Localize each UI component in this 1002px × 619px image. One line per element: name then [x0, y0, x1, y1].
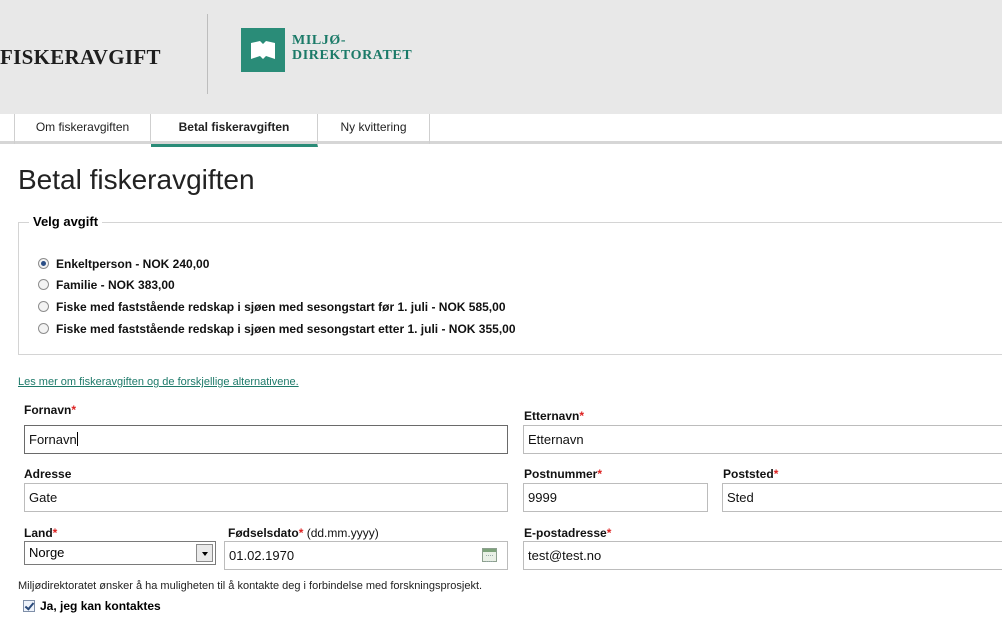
- contact-consent-label: Ja, jeg kan kontaktes: [40, 599, 161, 613]
- fee-option-label: Fiske med faststående redskap i sjøen me…: [56, 300, 506, 314]
- fodselsdato-label: Fødselsdato* (dd.mm.yyyy): [228, 526, 379, 540]
- fee-option-label: Fiske med faststående redskap i sjøen me…: [56, 322, 516, 336]
- fee-legend: Velg avgift: [29, 214, 103, 229]
- tab-betal-fiskeravgiften[interactable]: Betal fiskeravgiften: [151, 114, 318, 147]
- tab-bar: Om fiskeravgiften Betal fiskeravgiften N…: [0, 114, 1002, 147]
- fee-fieldset: Velg avgift Enkeltperson - NOK 240,00 Fa…: [18, 214, 1002, 355]
- fee-option-faststaende-etter[interactable]: Fiske med faststående redskap i sjøen me…: [38, 322, 516, 338]
- logo-text[interactable]: MILJØ- DIREKTORATET: [292, 33, 412, 63]
- tab-om-fiskeravgiften[interactable]: Om fiskeravgiften: [14, 114, 151, 144]
- epost-input[interactable]: test@test.no: [523, 541, 1002, 570]
- etternavn-input[interactable]: Etternavn: [523, 425, 1002, 454]
- fee-option-label: Enkeltperson - NOK 240,00: [56, 257, 210, 271]
- radio-button[interactable]: [38, 258, 49, 269]
- radio-button[interactable]: [38, 301, 49, 312]
- postnummer-label: Postnummer*: [524, 467, 603, 481]
- chevron-down-icon[interactable]: [196, 544, 213, 562]
- adresse-input[interactable]: Gate: [24, 483, 508, 512]
- info-link[interactable]: Les mer om fiskeravgiften og de forskjel…: [18, 376, 299, 388]
- land-label: Land*: [24, 526, 58, 540]
- radio-button[interactable]: [38, 279, 49, 290]
- adresse-label: Adresse: [24, 467, 72, 481]
- miljodirektoratet-logo-icon[interactable]: [241, 28, 285, 72]
- contact-consent-text: Miljødirektoratet ønsker å ha muligheten…: [18, 580, 483, 592]
- logo-line-1: MILJØ-: [292, 33, 347, 48]
- tab-ny-kvittering[interactable]: Ny kvittering: [318, 114, 430, 144]
- fornavn-input[interactable]: Fornavn: [24, 425, 508, 454]
- fodselsdato-input[interactable]: 01.02.1970: [224, 541, 508, 570]
- required-mark: *: [606, 526, 612, 540]
- contact-consent-checkbox[interactable]: [23, 600, 35, 612]
- page-title: Betal fiskeravgiften: [18, 164, 255, 195]
- poststed-label: Poststed*: [723, 467, 779, 481]
- site-header: FISKERAVGIFT MILJØ- DIREKTORATET: [0, 0, 1002, 114]
- header-divider: [207, 14, 208, 94]
- date-format-hint: (dd.mm.yyyy): [303, 526, 379, 540]
- required-mark: *: [71, 403, 77, 417]
- postnummer-input[interactable]: 9999: [523, 483, 708, 512]
- required-mark: *: [52, 526, 58, 540]
- land-select-value: Norge: [29, 545, 65, 560]
- fornavn-label: Fornavn*: [24, 403, 77, 417]
- calendar-icon[interactable]: [482, 548, 497, 562]
- fee-option-label: Familie - NOK 383,00: [56, 278, 175, 292]
- fee-option-familie[interactable]: Familie - NOK 383,00: [38, 278, 175, 294]
- poststed-input[interactable]: Sted: [722, 483, 1002, 512]
- contact-consent-checkbox-row[interactable]: Ja, jeg kan kontaktes: [23, 599, 161, 613]
- required-mark: *: [597, 467, 603, 481]
- land-select[interactable]: Norge: [24, 541, 216, 565]
- fee-option-faststaende-for[interactable]: Fiske med faststående redskap i sjøen me…: [38, 300, 506, 316]
- epost-label: E-postadresse*: [524, 526, 612, 540]
- required-mark: *: [773, 467, 779, 481]
- logo-line-2: DIREKTORATET: [292, 48, 413, 63]
- site-title: FISKERAVGIFT: [0, 45, 161, 69]
- text-caret: [76, 432, 78, 446]
- etternavn-label: Etternavn*: [524, 409, 585, 423]
- required-mark: *: [579, 409, 585, 423]
- radio-button[interactable]: [38, 323, 49, 334]
- fee-option-enkeltperson[interactable]: Enkeltperson - NOK 240,00: [38, 257, 209, 273]
